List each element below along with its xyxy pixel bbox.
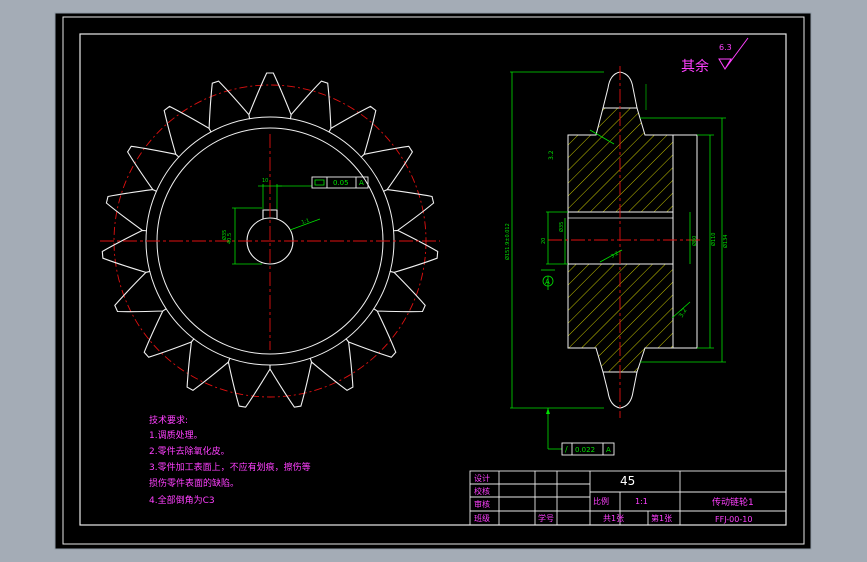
notes-line-2: 2.零件去除氧化皮。 bbox=[149, 445, 230, 457]
notes-line-1: 1.调质处理。 bbox=[149, 429, 203, 441]
sheet-number: 第1张 bbox=[651, 513, 672, 523]
notes-line-3: 3.零件加工表面上，不应有划痕，擦伤等 bbox=[149, 461, 311, 473]
cad-drawing: 10 40.5 Ø35 1:1 0.05 A Ø151.9±0.012 20 Ø… bbox=[54, 12, 812, 550]
runout-datum: A bbox=[606, 446, 611, 454]
sheets-total: 共1张 bbox=[603, 514, 624, 523]
roughness-note-value: 6.3 bbox=[719, 43, 732, 52]
part-name: 传动链轮1 bbox=[712, 496, 754, 508]
runout-value: 0.022 bbox=[575, 446, 595, 454]
datum-a-label: A bbox=[545, 278, 550, 286]
flatness-datum: A bbox=[359, 179, 364, 187]
row-review: 审核 bbox=[474, 499, 490, 509]
hub-width-label: 20 bbox=[541, 238, 547, 244]
notes-line-5: 4.全部倒角为C3 bbox=[149, 494, 215, 506]
outer-dia-label: Ø134 bbox=[722, 235, 729, 248]
bore-section bbox=[567, 211, 674, 265]
hub-dia-1-label: Ø80 bbox=[691, 236, 698, 246]
scale-label: 比例 bbox=[593, 496, 609, 506]
notes-line-4: 损伤零件表面的缺陷。 bbox=[149, 477, 239, 489]
drawing-number: FFJ-00-10 bbox=[715, 515, 752, 524]
scale-value: 1:1 bbox=[635, 497, 648, 506]
runout-symbol: / bbox=[565, 445, 568, 454]
roughness-note-label: 其余 bbox=[681, 58, 709, 75]
row-class: 班级 bbox=[474, 513, 490, 523]
bore-dim-section-label: Ø35 bbox=[558, 222, 565, 232]
notes-title: 技术要求: bbox=[149, 414, 188, 426]
student-no-label: 学号 bbox=[538, 513, 554, 523]
flatness-value: 0.05 bbox=[333, 179, 349, 187]
row-check: 校核 bbox=[474, 486, 490, 496]
material-label: 45 bbox=[620, 474, 635, 488]
hub-dia-2-label: Ø110 bbox=[710, 233, 717, 246]
keyway-width-label: 10 bbox=[262, 178, 268, 184]
row-design: 设计 bbox=[474, 473, 490, 483]
bore-dim-label: Ø35 bbox=[221, 230, 228, 240]
pitch-dia-label: Ø151.9±0.012 bbox=[504, 223, 511, 260]
roughness-top-label: 3.2 bbox=[548, 150, 555, 160]
